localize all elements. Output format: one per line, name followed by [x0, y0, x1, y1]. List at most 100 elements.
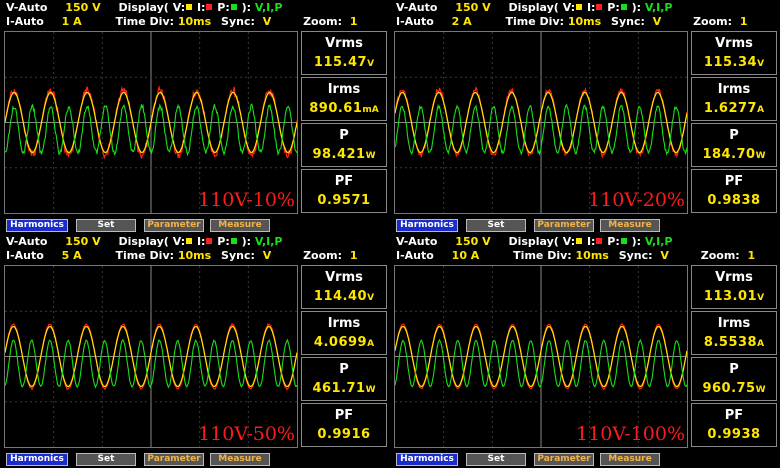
- irms-label: Irms: [327, 82, 361, 97]
- measure-button[interactable]: Measure: [600, 453, 660, 466]
- voltage-mode: V-Auto: [396, 1, 438, 14]
- vrms-value: 113.01: [703, 289, 758, 304]
- waveform-svg: [395, 266, 687, 447]
- current-color-square: [206, 4, 213, 10]
- voltage-mode: V-Auto: [6, 1, 48, 14]
- time-div-value[interactable]: 10ms: [576, 249, 609, 262]
- power-box: P 461.71W: [301, 357, 387, 401]
- display-p-label: P:: [217, 1, 230, 14]
- parameter-button[interactable]: Parameter: [534, 453, 594, 466]
- sync-value[interactable]: V: [653, 15, 662, 28]
- measure-button[interactable]: Measure: [210, 453, 270, 466]
- parameter-button[interactable]: Parameter: [144, 219, 204, 232]
- sync-label: Sync:: [221, 249, 255, 262]
- display-channels[interactable]: V,I,P: [255, 1, 283, 14]
- measurement-column: Vrms 115.47V Irms 890.61mA P 98.421W PF …: [301, 31, 387, 214]
- voltage-range[interactable]: 150 V: [65, 235, 100, 248]
- current-range[interactable]: 5 A: [62, 249, 82, 262]
- measurement-column: Vrms 113.01V Irms 8.5538A P 960.75W PF 0…: [691, 265, 777, 448]
- sync-label: Sync:: [221, 15, 255, 28]
- time-div-value[interactable]: 10ms: [568, 15, 601, 28]
- vrms-label: Vrms: [715, 270, 753, 285]
- voltage-range[interactable]: 150 V: [65, 1, 100, 14]
- power-box: P 960.75W: [691, 357, 777, 401]
- display-channels[interactable]: V,I,P: [645, 235, 673, 248]
- display-v-label: V:: [562, 1, 576, 14]
- current-range[interactable]: 1 A: [62, 15, 82, 28]
- zoom-value[interactable]: 1: [748, 249, 756, 262]
- waveform-panel-1: V-Auto 150 V Display( V: I: P: ): V,I,P …: [0, 0, 390, 234]
- set-button[interactable]: Set: [76, 453, 136, 466]
- vrms-value: 115.34: [703, 55, 758, 70]
- zoom-value[interactable]: 1: [350, 15, 358, 28]
- power-unit: W: [755, 385, 766, 395]
- power-value: 98.421: [312, 147, 366, 162]
- waveform-svg: [5, 32, 297, 213]
- display-i-label: I:: [586, 1, 596, 14]
- irms-unit: mA: [362, 105, 379, 115]
- pf-label: PF: [334, 174, 354, 189]
- voltage-color-square: [186, 4, 193, 10]
- current-range[interactable]: 10 A: [452, 249, 480, 262]
- panel-header: V-Auto 150 V Display( V: I: P: ): V,I,P …: [390, 0, 780, 30]
- sync-value[interactable]: V: [263, 249, 272, 262]
- parameter-button[interactable]: Parameter: [534, 219, 594, 232]
- load-condition-label: 110V-50%: [198, 423, 295, 445]
- display-channels[interactable]: V,I,P: [255, 235, 283, 248]
- voltage-mode: V-Auto: [396, 235, 438, 248]
- current-mode: I-Auto: [396, 249, 434, 262]
- display-label: Display(: [508, 235, 559, 248]
- time-div-value[interactable]: 10ms: [178, 249, 211, 262]
- current-mode: I-Auto: [396, 15, 434, 28]
- zoom-label: Zoom:: [303, 249, 343, 262]
- sync-value[interactable]: V: [660, 249, 669, 262]
- pf-label: PF: [724, 408, 744, 423]
- panel-header: V-Auto 150 V Display( V: I: P: ): V,I,P …: [390, 234, 780, 264]
- waveform-panel-4: V-Auto 150 V Display( V: I: P: ): V,I,P …: [390, 234, 780, 468]
- power-unit: W: [365, 151, 376, 161]
- vrms-unit: V: [757, 59, 765, 69]
- pf-value: 0.9916: [317, 427, 371, 442]
- irms-unit: A: [757, 105, 765, 115]
- current-range[interactable]: 2 A: [452, 15, 472, 28]
- power-value: 184.70: [702, 147, 756, 162]
- irms-label: Irms: [717, 316, 751, 331]
- vrms-label: Vrms: [325, 270, 363, 285]
- power-label: P: [339, 362, 349, 377]
- set-button[interactable]: Set: [76, 219, 136, 232]
- zoom-value[interactable]: 1: [740, 15, 748, 28]
- sync-value[interactable]: V: [263, 15, 272, 28]
- display-close-label: ):: [631, 235, 642, 248]
- display-p-label: P:: [607, 235, 620, 248]
- measure-button[interactable]: Measure: [600, 219, 660, 232]
- display-channels[interactable]: V,I,P: [645, 1, 673, 14]
- harmonics-button[interactable]: Harmonics: [6, 453, 68, 466]
- parameter-button[interactable]: Parameter: [144, 453, 204, 466]
- pf-value: 0.9938: [707, 427, 761, 442]
- time-div-value[interactable]: 10ms: [178, 15, 211, 28]
- power-unit: W: [755, 151, 766, 161]
- set-button[interactable]: Set: [466, 219, 526, 232]
- harmonics-button[interactable]: Harmonics: [396, 219, 458, 232]
- softkey-bar: Harmonics Set Parameter Measure: [390, 217, 780, 233]
- measure-button[interactable]: Measure: [210, 219, 270, 232]
- voltage-range[interactable]: 150 V: [455, 1, 490, 14]
- irms-unit: A: [757, 339, 765, 349]
- measurement-column: Vrms 114.40V Irms 4.0699A P 461.71W PF 0…: [301, 265, 387, 448]
- current-color-square: [596, 4, 603, 10]
- vrms-value: 114.40: [313, 289, 368, 304]
- display-close-label: ):: [241, 235, 252, 248]
- softkey-bar: Harmonics Set Parameter Measure: [0, 451, 390, 467]
- irms-value: 890.61: [309, 101, 363, 116]
- zoom-value[interactable]: 1: [350, 249, 358, 262]
- harmonics-button[interactable]: Harmonics: [396, 453, 458, 466]
- display-i-label: I:: [196, 235, 206, 248]
- waveform-panel-2: V-Auto 150 V Display( V: I: P: ): V,I,P …: [390, 0, 780, 234]
- set-button[interactable]: Set: [466, 453, 526, 466]
- display-close-label: ):: [631, 1, 642, 14]
- harmonics-button[interactable]: Harmonics: [6, 219, 68, 232]
- vrms-box: Vrms 115.34V: [691, 31, 777, 75]
- waveform-plot: 110V-100%: [394, 265, 688, 448]
- waveform-plot: 110V-20%: [394, 31, 688, 214]
- voltage-range[interactable]: 150 V: [455, 235, 490, 248]
